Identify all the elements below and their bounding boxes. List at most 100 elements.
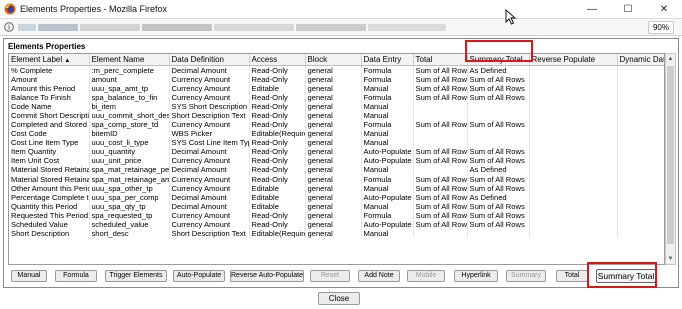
table-cell: Currency Amount bbox=[169, 174, 250, 184]
table-cell: general bbox=[305, 174, 362, 184]
table-row[interactable]: Cost Code bitemID WBS Picker Editable(Requi… bbox=[9, 129, 664, 139]
hyperlink-button[interactable]: Hyperlink bbox=[454, 270, 498, 282]
table-row[interactable]: Material Stored Retaina spa_mat_retainage… bbox=[9, 174, 664, 184]
table-row[interactable]: Item Quantity uuu_quantity Decimal Amount R… bbox=[9, 147, 664, 157]
column-header-total[interactable]: Total bbox=[413, 54, 468, 66]
table-cell: Auto-Populate bbox=[361, 147, 414, 157]
formula-button[interactable]: Formula bbox=[55, 270, 97, 282]
table-cell bbox=[529, 110, 618, 120]
mobile-button[interactable]: Mobile bbox=[407, 270, 445, 282]
table-cell bbox=[413, 229, 468, 239]
table-cell: Auto-Populate bbox=[361, 220, 414, 230]
table-cell bbox=[529, 165, 618, 175]
table-cell bbox=[529, 229, 618, 239]
table-row[interactable]: Material Stored Retaina spa_mat_retainage… bbox=[9, 165, 664, 175]
table-cell: Short Description bbox=[9, 229, 90, 239]
column-header-data-definition[interactable]: Data Definition bbox=[169, 54, 250, 66]
auto-populate-button[interactable]: Auto-Populate bbox=[173, 270, 225, 282]
table-cell: Sum of All Rows bbox=[413, 156, 468, 166]
summary-total-button-highlight bbox=[587, 262, 657, 288]
table-cell: general bbox=[305, 156, 362, 166]
column-header-reverse-populate[interactable]: Reverse Populate bbox=[529, 54, 618, 66]
manual-button[interactable]: Manual bbox=[11, 270, 47, 282]
table-row[interactable]: Short Description short_desc Short Descrip… bbox=[9, 229, 664, 239]
column-header-dynamic-data[interactable]: Dynamic Data bbox=[617, 54, 664, 66]
mouse-pointer-icon bbox=[505, 9, 517, 25]
table-cell: Other Amount this Perio bbox=[9, 183, 90, 193]
table-row[interactable]: Amount amount Currency Amount Read-Only gene… bbox=[9, 74, 664, 84]
table-row[interactable]: Code Name bi_item SYS Short Description TR… bbox=[9, 101, 664, 111]
table-cell: Decimal Amount bbox=[169, 192, 250, 202]
table-cell: general bbox=[305, 147, 362, 157]
table-cell bbox=[529, 210, 618, 220]
table-cell bbox=[529, 65, 618, 75]
add-note-button[interactable]: Add Note bbox=[358, 270, 400, 282]
table-cell bbox=[413, 165, 468, 175]
table-row[interactable]: Item Unit Cost uuu_unit_price Currency Amo… bbox=[9, 156, 664, 166]
table-cell: Formula bbox=[361, 65, 414, 75]
table-row[interactable]: Other Amount this Perio uuu_spa_other_tp C… bbox=[9, 183, 664, 193]
table-cell bbox=[617, 220, 664, 230]
table-cell: Editable bbox=[249, 183, 306, 193]
table-cell: Editable(Require bbox=[249, 229, 306, 239]
vertical-scrollbar[interactable]: ▲ ▼ bbox=[665, 53, 676, 265]
column-header-data-entry[interactable]: Data Entry bbox=[361, 54, 414, 66]
total-button[interactable]: Total bbox=[556, 270, 588, 282]
table-cell: uuu_unit_price bbox=[89, 156, 170, 166]
table-cell: Read-Only bbox=[249, 138, 306, 148]
table-cell: Formula bbox=[361, 174, 414, 184]
table-cell: Read-Only bbox=[249, 156, 306, 166]
table-row[interactable]: Balance To Finish spa_balance_to_fin Curre… bbox=[9, 92, 664, 102]
table-cell: Code Name bbox=[9, 101, 90, 111]
table-cell bbox=[413, 101, 468, 111]
table-cell: Sum of All Rows bbox=[467, 156, 530, 166]
table-cell bbox=[617, 210, 664, 220]
column-header-element-label[interactable]: Element Label ▲ bbox=[9, 54, 90, 66]
blurred-url[interactable] bbox=[18, 22, 448, 33]
minimize-button[interactable]: — bbox=[574, 0, 610, 19]
zoom-level[interactable]: 90% bbox=[647, 21, 674, 34]
elements-table: Element Label ▲ Element Name Data Defini… bbox=[8, 53, 665, 265]
summary-button[interactable]: Summary bbox=[506, 270, 546, 282]
table-row[interactable]: Amount this Period uuu_spa_amt_tp Currency… bbox=[9, 83, 664, 93]
table-row[interactable]: Requested This Period spa_requested_tp Cur… bbox=[9, 210, 664, 220]
elements-properties-panel: Elements Properties Element Label ▲ Elem… bbox=[3, 38, 679, 288]
reset-button[interactable]: Reset bbox=[310, 270, 350, 282]
scrollbar-thumb[interactable] bbox=[667, 66, 674, 244]
table-cell bbox=[617, 229, 664, 239]
table-cell bbox=[617, 119, 664, 130]
table-cell: Material Stored Retaina bbox=[9, 174, 90, 184]
table-cell: Sum of All Rows bbox=[467, 147, 530, 157]
table-cell bbox=[529, 74, 618, 84]
maximize-button[interactable]: ☐ bbox=[610, 0, 646, 19]
table-row[interactable]: Percentage Complete to uuu_spa_per_comp De… bbox=[9, 192, 664, 202]
table-row[interactable]: Cost Line Item Type uuu_cost_li_type SYS C… bbox=[9, 138, 664, 148]
scroll-down-icon[interactable]: ▼ bbox=[666, 254, 675, 264]
table-row[interactable]: Commit Short Descriptic uuu_commit_short_… bbox=[9, 110, 664, 120]
trigger-elements-button[interactable]: Trigger Elements bbox=[105, 270, 167, 282]
info-icon[interactable] bbox=[4, 22, 14, 32]
column-header-block[interactable]: Block bbox=[305, 54, 362, 66]
table-cell: Read-Only bbox=[249, 74, 306, 84]
table-header-row: Element Label ▲ Element Name Data Defini… bbox=[9, 54, 664, 66]
url-bar[interactable]: 90% bbox=[0, 19, 682, 36]
scroll-up-icon[interactable]: ▲ bbox=[666, 54, 675, 64]
table-row[interactable]: Completed and Stored Tspa_comp_store_td C… bbox=[9, 119, 664, 130]
table-row[interactable]: % Complete:m_perc_complete Decimal Amount… bbox=[9, 65, 664, 75]
table-cell: Decimal Amount bbox=[169, 201, 250, 211]
reverse-auto-populate-button[interactable]: Reverse Auto-Populate bbox=[230, 270, 304, 282]
table-row[interactable]: Quantity this Period uuu_spa_qty_tp Decima… bbox=[9, 201, 664, 211]
column-header-access[interactable]: Access bbox=[249, 54, 306, 66]
table-row[interactable]: Scheduled Value scheduled_value Currency A… bbox=[9, 220, 664, 230]
table-cell: bi_item bbox=[89, 101, 170, 111]
column-header-element-name[interactable]: Element Name bbox=[89, 54, 170, 66]
table-cell: Currency Amount bbox=[169, 220, 250, 230]
close-button[interactable]: Close bbox=[318, 292, 360, 305]
table-cell: SYS Short Description T bbox=[169, 101, 250, 111]
table-cell: Sum of All Rows bbox=[413, 119, 468, 130]
table-cell: Read-Only bbox=[249, 101, 306, 111]
close-window-button[interactable]: ✕ bbox=[646, 0, 682, 19]
table-cell: general bbox=[305, 192, 362, 202]
table-cell: Manual bbox=[361, 83, 414, 93]
table-cell: uuu_spa_other_tp bbox=[89, 183, 170, 193]
